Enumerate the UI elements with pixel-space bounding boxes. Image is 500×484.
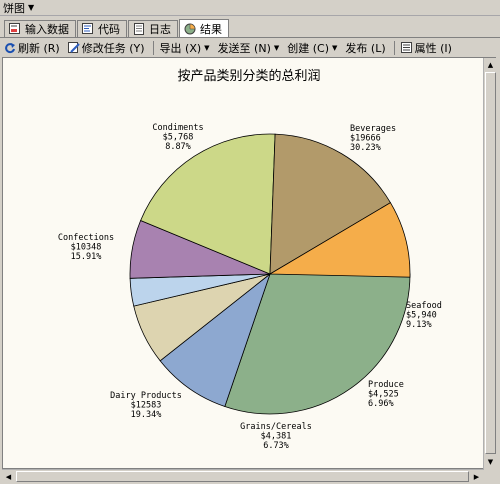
slice-label-group: Beverages$1966630.23% bbox=[350, 124, 396, 153]
refresh-button[interactable]: 刷新 (R) bbox=[4, 40, 60, 56]
scroll-up-arrow[interactable]: ▲ bbox=[484, 58, 497, 71]
slice-percent-label: 30.23% bbox=[350, 143, 381, 153]
scroll-down-arrow[interactable]: ▼ bbox=[484, 455, 497, 468]
modify-task-button[interactable]: 修改任务 (Y) bbox=[67, 40, 145, 56]
modify-task-label: 修改任务 (Y) bbox=[81, 41, 145, 55]
slice-value-label: $19666 bbox=[350, 134, 381, 144]
slice-category-label: Confections bbox=[58, 233, 114, 243]
modify-task-icon bbox=[67, 41, 80, 54]
toolbar-separator bbox=[152, 40, 154, 55]
slice-percent-label: 15.91% bbox=[71, 252, 102, 262]
tab-label: 输入数据 bbox=[25, 23, 69, 36]
chevron-down-icon: ▼ bbox=[332, 43, 338, 52]
chart-title: 按产品类别分类的总利润 bbox=[177, 68, 320, 84]
slice-category-label: Beverages bbox=[350, 124, 396, 134]
log-icon bbox=[133, 23, 145, 35]
properties-label: 属性 (I) bbox=[414, 41, 452, 55]
slice-value-label: $5,768 bbox=[163, 133, 194, 143]
refresh-icon bbox=[4, 42, 16, 54]
slice-label-group: Seafood$5,9409.13% bbox=[406, 301, 442, 330]
pie-chart: 按产品类别分类的总利润 Beverages$1966630.23% Seafood… bbox=[58, 68, 442, 451]
chevron-down-icon: ▼ bbox=[273, 43, 280, 52]
tab-results[interactable]: 结果 bbox=[179, 19, 229, 38]
slice-percent-label: 6.96% bbox=[368, 399, 394, 409]
tab-input-data[interactable]: 输入数据 bbox=[4, 20, 76, 37]
chevron-down-icon: ▼ bbox=[204, 43, 210, 52]
export-menu[interactable]: 导出 (X) ▼ bbox=[160, 40, 210, 56]
export-label: 导出 (X) bbox=[159, 41, 202, 55]
properties-icon bbox=[400, 41, 413, 54]
scroll-right-arrow[interactable]: ▶ bbox=[470, 470, 483, 483]
slice-category-label: Produce bbox=[368, 380, 404, 390]
scroll-left-arrow[interactable]: ◀ bbox=[2, 470, 15, 483]
tab-label: 结果 bbox=[200, 23, 222, 36]
tab-label: 代码 bbox=[98, 23, 120, 36]
slice-category-label: Grains/Cereals bbox=[240, 422, 312, 432]
create-menu[interactable]: 创建 (C) ▼ bbox=[287, 40, 337, 56]
slice-category-label: Seafood bbox=[406, 301, 442, 311]
window-title: 饼图 bbox=[3, 1, 25, 15]
slice-percent-label: 9.13% bbox=[406, 320, 432, 330]
slice-percent-label: 19.34% bbox=[131, 410, 162, 420]
slice-label-group: Condiments$5,7688.87% bbox=[152, 123, 203, 152]
slice-percent-label: 6.73% bbox=[263, 441, 289, 451]
pie-slices bbox=[129, 133, 411, 415]
publish-button[interactable]: 发布 (L) bbox=[345, 40, 385, 56]
results-viewport: 按产品类别分类的总利润 Beverages $19666 30.23% Seafood… bbox=[2, 57, 496, 469]
tab-log[interactable]: 日志 bbox=[128, 20, 178, 37]
properties-button[interactable]: 属性 (I) bbox=[400, 40, 452, 56]
vertical-scrollbar[interactable]: ▲ ▼ bbox=[483, 58, 497, 469]
slice-value-label: $10348 bbox=[71, 243, 102, 253]
input-data-icon bbox=[9, 23, 21, 35]
slice-value-label: $12583 bbox=[131, 401, 162, 411]
chevron-down-icon[interactable]: ▼ bbox=[28, 3, 34, 12]
slice-percent-label: 8.87% bbox=[165, 142, 191, 152]
publish-label: 发布 (L) bbox=[345, 41, 386, 55]
toolbar: 刷新 (R) 修改任务 (Y) 导出 (X) ▼ 发送至 (N) ▼ 创建 (C… bbox=[0, 37, 500, 57]
slice-label-group: Produce$4,5256.96% bbox=[368, 380, 404, 409]
code-icon bbox=[82, 23, 94, 35]
slice-value-label: $5,940 bbox=[406, 311, 437, 321]
tab-label: 日志 bbox=[149, 23, 171, 36]
slice-label-group: Grains/Cereals$4,3816.73% bbox=[240, 422, 312, 451]
slice-category-label: Dairy Products bbox=[110, 391, 182, 401]
toolbar-separator bbox=[393, 40, 395, 55]
slice-value-label: $4,525 bbox=[368, 390, 399, 400]
horizontal-scrollbar[interactable]: ◀ ▶ bbox=[2, 469, 484, 483]
send-to-menu[interactable]: 发送至 (N) ▼ bbox=[218, 40, 280, 56]
create-label: 创建 (C) bbox=[287, 41, 330, 55]
tab-bar: 输入数据 代码 日志 结果 bbox=[0, 18, 500, 38]
send-to-label: 发送至 (N) bbox=[217, 41, 271, 55]
refresh-label: 刷新 (R) bbox=[18, 41, 60, 55]
horizontal-scroll-thumb[interactable] bbox=[16, 471, 469, 482]
window-titlebar[interactable]: 饼图 ▼ bbox=[0, 0, 500, 16]
slice-category-label: Condiments bbox=[152, 123, 203, 133]
slice-label-group: Dairy Products$1258319.34% bbox=[110, 391, 182, 420]
slice-value-label: $4,381 bbox=[261, 432, 292, 442]
tab-code[interactable]: 代码 bbox=[77, 20, 127, 37]
vertical-scroll-thumb[interactable] bbox=[485, 72, 496, 454]
results-icon bbox=[184, 23, 196, 35]
slice-label-group: Confections$1034815.91% bbox=[58, 233, 114, 262]
